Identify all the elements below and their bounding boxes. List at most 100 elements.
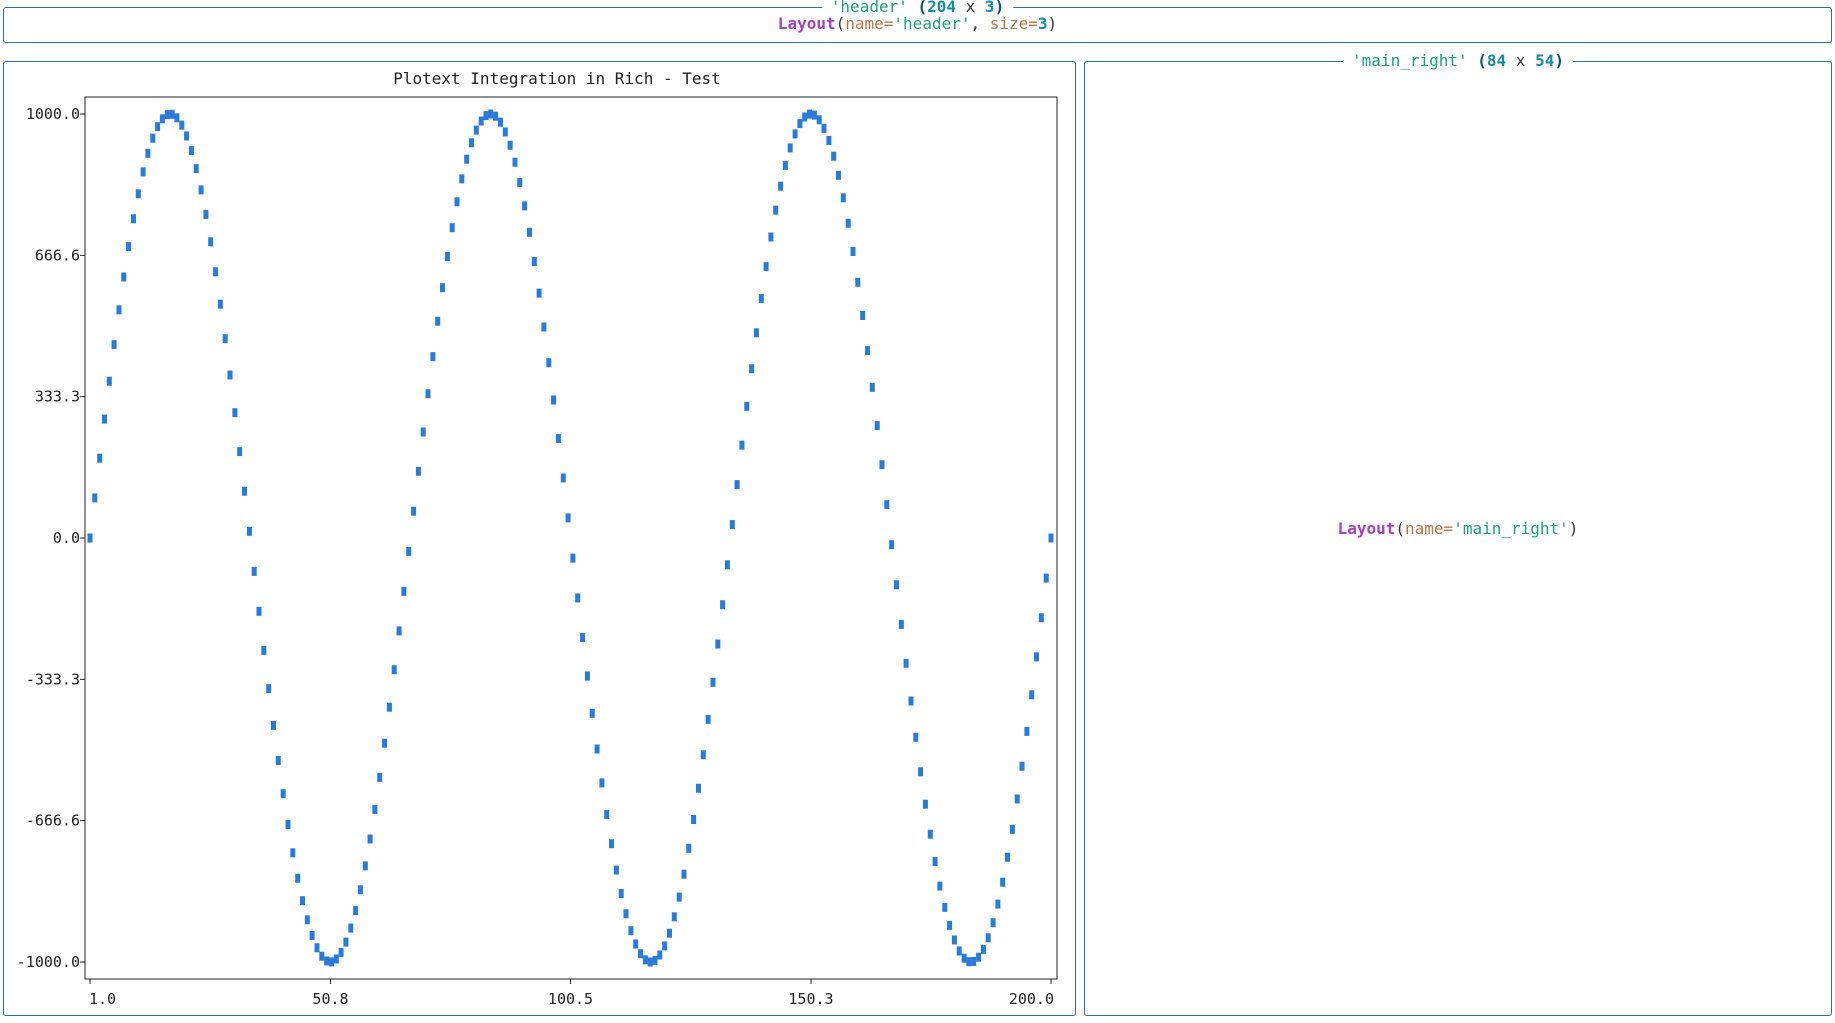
data-point: [918, 767, 924, 777]
data-point: [464, 154, 470, 164]
data-point: [415, 466, 421, 476]
y-tick-label: 666.6: [35, 246, 80, 264]
data-point: [1048, 533, 1054, 543]
data-point: [444, 252, 450, 261]
data-point: [469, 138, 474, 148]
data-point: [367, 834, 373, 844]
data-point: [227, 370, 233, 380]
data-point: [502, 127, 508, 137]
series-markers: [87, 109, 1054, 967]
data-point: [121, 272, 127, 282]
data-point: [106, 376, 112, 386]
data-point: [787, 143, 793, 153]
data-point: [604, 810, 610, 819]
data-point: [377, 772, 383, 782]
data-point: [261, 645, 267, 655]
main-right-title-width: 84: [1486, 51, 1507, 70]
data-point: [609, 839, 614, 849]
data-point: [391, 665, 397, 675]
y-tick-label: 0.0: [53, 529, 80, 547]
data-point: [686, 843, 692, 853]
data-point: [97, 453, 103, 463]
data-point: [980, 944, 986, 954]
main-right-panel-title: 'main_right' (84 x 54): [1343, 51, 1573, 71]
main-right-title-height: 54: [1535, 51, 1555, 70]
data-point: [454, 197, 460, 207]
data-point: [836, 170, 841, 180]
data-point: [710, 677, 716, 687]
data-point: [570, 553, 576, 563]
main-right-layout-name-val: 'main_right': [1453, 519, 1569, 538]
data-point: [300, 896, 305, 906]
y-tick-label: -333.3: [26, 670, 80, 688]
data-point: [671, 912, 677, 922]
data-point: [531, 257, 537, 266]
data-point: [555, 434, 561, 443]
data-point: [758, 294, 764, 304]
data-point: [932, 857, 938, 867]
y-tick-label: 1000.0: [26, 105, 80, 123]
data-point: [102, 414, 107, 424]
data-point: [372, 804, 378, 814]
data-point: [188, 146, 194, 156]
data-point: [1024, 726, 1030, 736]
data-point: [483, 111, 489, 121]
data-point: [633, 939, 639, 949]
data-point: [159, 114, 165, 124]
data-point: [111, 340, 117, 350]
data-point: [338, 947, 344, 957]
data-point: [976, 952, 982, 962]
data-point: [131, 214, 136, 224]
data-point: [319, 951, 325, 961]
data-point: [705, 714, 711, 724]
data-point: [507, 140, 513, 150]
data-point: [396, 626, 402, 636]
data-point: [860, 311, 866, 320]
data-point: [657, 950, 663, 960]
data-point: [638, 949, 643, 959]
main-right-layout-close: ): [1568, 519, 1579, 538]
data-point: [1009, 824, 1015, 834]
data-point: [560, 473, 566, 483]
data-point: [903, 658, 909, 668]
data-point: [169, 109, 175, 119]
y-tick-label: 333.3: [35, 388, 80, 406]
main-right-panel: 'main_right' (84 x 54) Layout(name='main…: [1084, 51, 1832, 1016]
data-point: [816, 115, 822, 125]
data-point: [193, 164, 199, 174]
data-point: [821, 123, 827, 133]
data-point: [498, 117, 503, 127]
data-point: [879, 460, 885, 470]
data-point: [985, 933, 991, 943]
main-right-layout-text: Layout(name='main_right'): [1338, 519, 1579, 539]
data-point: [401, 586, 407, 596]
data-point: [280, 789, 286, 799]
data-point: [1029, 690, 1035, 700]
data-point: [488, 109, 494, 119]
data-point: [1014, 794, 1020, 804]
data-point: [807, 109, 812, 119]
data-point: [145, 148, 151, 158]
data-point: [527, 227, 532, 237]
data-point: [551, 395, 557, 405]
x-tick-label: 50.8: [312, 990, 348, 1008]
data-point: [729, 520, 735, 530]
plot-area-frame: [84, 96, 1058, 980]
data-point: [304, 915, 310, 925]
data-point: [425, 389, 431, 399]
data-point: [753, 328, 759, 338]
data-point: [541, 322, 547, 332]
data-point: [937, 881, 943, 891]
data-point: [522, 201, 528, 211]
data-point: [382, 738, 388, 748]
data-point: [589, 708, 595, 718]
data-point: [1034, 652, 1039, 662]
data-point: [213, 267, 219, 277]
data-point: [251, 566, 257, 576]
data-point: [696, 783, 701, 793]
data-point: [971, 956, 977, 966]
data-point: [435, 316, 441, 326]
data-point: [126, 242, 132, 252]
data-point: [623, 909, 629, 919]
main-right-layout-open: (: [1395, 519, 1406, 538]
